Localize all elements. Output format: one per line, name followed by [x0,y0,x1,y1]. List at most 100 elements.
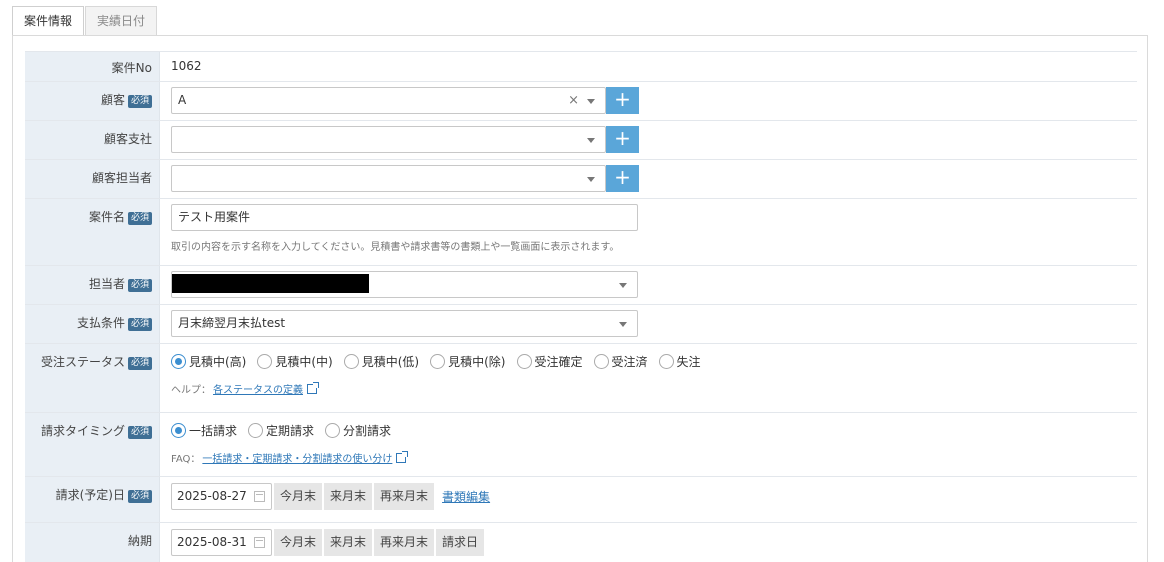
order-status-label: 受注ステータス 必須 [25,344,160,412]
row-order-status: 受注ステータス 必須 見積中(高) 見積中(中) 見積中(低) 見積中(除) 受注… [25,344,1137,413]
case-no-text: 1062 [171,59,202,73]
radio-icon [593,353,609,369]
required-badge: 必須 [127,279,152,292]
case-name-input[interactable]: テスト用案件 [171,204,638,231]
case-no-value: 1062 [160,52,1137,81]
required-badge: 必須 [127,318,152,331]
case-form: 案件No 1062 顧客 必須 A × + 顧客支社 + 顧客担当者 + 案件名… [25,51,1137,562]
billing-date-label-text: 請求(予定)日 [55,488,125,502]
payment-selected: 月末締翌月末払test [178,316,286,330]
faq-prefix: FAQ： [171,454,201,465]
calendar-icon[interactable] [254,491,265,502]
radio-status-lost[interactable]: 失注 [658,353,701,370]
radio-status-high[interactable]: 見積中(高) [171,353,246,370]
calendar-icon[interactable] [254,537,265,548]
billing-date-label: 請求(予定)日 必須 [25,477,160,522]
radio-billing-lump[interactable]: 一括請求 [171,422,237,439]
clear-icon[interactable]: × [568,88,579,113]
row-case-name: 案件名 必須 テスト用案件 取引の内容を示す名称を入力してください。見積書や請求書… [25,199,1137,266]
payment-value: 月末締翌月末払test [160,305,1137,343]
status-definition-link[interactable]: 各ステータスの定義 [213,381,303,396]
row-billing-timing: 請求タイミング 必須 一括請求 定期請求 分割請求 FAQ： 一括請求・定期請求・分… [25,413,1137,477]
tab-panel: 案件No 1062 顧客 必須 A × + 顧客支社 + 顧客担当者 + 案件名… [12,35,1148,562]
row-billing-date: 請求(予定)日 必須 2025-08-27 今月末 来月末 再来月末 書類編集 [25,477,1137,523]
customer-select[interactable]: A × [171,87,606,114]
customer-value: A × + [160,82,1137,120]
redacted-block [172,274,369,293]
required-badge: 必須 [127,490,152,503]
month-after-next-end-button[interactable]: 再来月末 [374,483,435,510]
add-branch-button[interactable]: + [606,126,639,153]
branch-select[interactable] [171,126,606,153]
radio-icon [430,353,446,369]
radio-billing-periodic[interactable]: 定期請求 [248,422,314,439]
radio-checked-icon [171,422,186,438]
this-month-end-button[interactable]: 今月末 [274,483,323,510]
month-after-next-end-button[interactable]: 再来月末 [374,529,435,556]
radio-icon [257,353,273,369]
order-status-label-text: 受注ステータス [40,355,125,369]
external-link-icon [396,450,409,463]
contact-label: 顧客担当者 [25,160,160,198]
billing-faq-link[interactable]: 一括請求・定期請求・分割請求の使い分け [202,450,392,465]
external-link-icon [307,381,319,394]
radio-label: 見積中(除) [448,354,506,369]
add-customer-button[interactable]: + [606,87,639,114]
next-month-end-button[interactable]: 来月末 [324,483,373,510]
radio-label: 一括請求 [189,423,238,438]
case-name-help: 取引の内容を示す名称を入力してください。見積書や請求書等の書類上や一覧画面に表示… [171,242,620,253]
required-badge: 必須 [127,426,152,439]
billing-date-input[interactable]: 2025-08-27 [171,483,272,510]
payment-label-text: 支払条件 [76,316,125,330]
tab-bar: 案件情報 実績日付 [12,6,158,37]
radio-label: 受注済 [611,354,648,369]
row-assignee: 担当者 必須 [25,266,1137,305]
billing-date-button[interactable]: 請求日 [436,529,485,556]
assignee-select[interactable] [171,271,638,298]
order-status-value: 見積中(高) 見積中(中) 見積中(低) 見積中(除) 受注確定 受注済 失注 … [160,344,1137,412]
radio-label: 見積中(中) [275,354,333,369]
radio-label: 失注 [676,354,701,369]
assignee-label: 担当者 必須 [25,266,160,304]
contact-select[interactable] [171,165,606,192]
delivery-label-text: 納期 [127,534,152,548]
row-contact: 顧客担当者 + [25,160,1137,199]
radio-status-done[interactable]: 受注済 [593,353,648,370]
plus-icon: + [614,165,631,189]
radio-status-mid[interactable]: 見積中(中) [257,353,333,370]
delivery-date-controls: 2025-08-31 今月末 来月末 再来月末 請求日 [171,529,1126,556]
next-month-end-button[interactable]: 来月末 [324,529,373,556]
radio-icon [325,422,341,438]
chevron-down-icon [619,322,627,327]
case-name-text: テスト用案件 [178,210,251,224]
row-branch: 顧客支社 + [25,121,1137,160]
payment-select[interactable]: 月末締翌月末払test [171,310,638,337]
plus-icon: + [614,87,631,111]
case-name-label: 案件名 必須 [25,199,160,265]
delivery-date-text: 2025-08-31 [177,535,247,549]
delivery-date-input[interactable]: 2025-08-31 [171,529,272,556]
billing-timing-value: 一括請求 定期請求 分割請求 FAQ： 一括請求・定期請求・分割請求の使い分け [160,413,1137,476]
chevron-down-icon [587,138,595,143]
tab-case-info[interactable]: 案件情報 [12,6,85,37]
radio-label: 受注確定 [534,354,583,369]
customer-label: 顧客 必須 [25,82,160,120]
add-contact-button[interactable]: + [606,165,639,192]
radio-billing-split[interactable]: 分割請求 [325,422,391,439]
assignee-label-text: 担当者 [88,277,125,291]
edit-documents-link[interactable]: 書類編集 [442,488,490,505]
radio-icon [343,353,359,369]
this-month-end-button[interactable]: 今月末 [274,529,323,556]
radio-label: 見積中(高) [189,354,247,369]
case-name-label-text: 案件名 [88,210,125,224]
chevron-down-icon [619,283,627,288]
radio-icon [248,422,264,438]
case-no-label-text: 案件No [111,61,152,75]
radio-label: 定期請求 [266,423,315,438]
required-badge: 必須 [127,95,152,108]
radio-status-low[interactable]: 見積中(低) [343,353,419,370]
radio-status-excluded[interactable]: 見積中(除) [430,353,506,370]
billing-timing-radio-group: 一括請求 定期請求 分割請求 [171,420,1126,440]
radio-status-confirmed[interactable]: 受注確定 [516,353,583,370]
tab-actual-dates[interactable]: 実績日付 [85,6,158,36]
